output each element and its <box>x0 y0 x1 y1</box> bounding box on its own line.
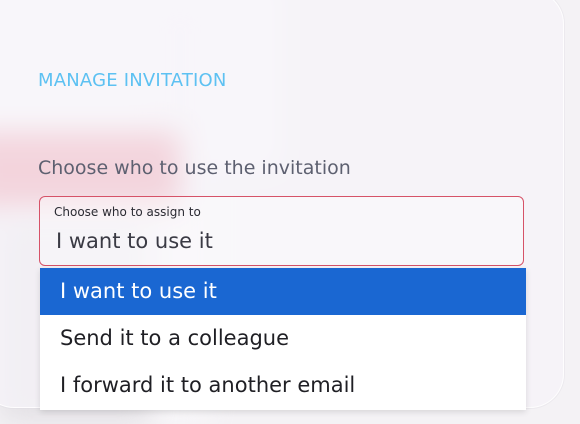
option-use-it[interactable]: I want to use it <box>40 268 526 315</box>
field-label: Choose who to use the invitation <box>38 157 351 179</box>
assign-select[interactable]: Choose who to assign to I want to use it <box>39 196 524 266</box>
select-value: I want to use it <box>56 229 213 253</box>
dialog-title: MANAGE INVITATION <box>38 70 227 91</box>
option-forward-email[interactable]: I forward it to another email <box>40 362 526 409</box>
option-send-to-colleague[interactable]: Send it to a colleague <box>40 315 526 362</box>
assign-dropdown-menu: I want to use it Send it to a colleague … <box>40 268 526 410</box>
select-caption: Choose who to assign to <box>54 205 201 219</box>
